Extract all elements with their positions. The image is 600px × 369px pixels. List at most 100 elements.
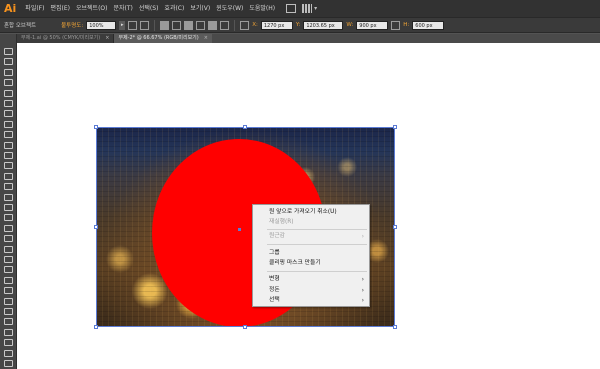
lasso-tool-icon [4, 79, 13, 87]
h-field[interactable]: 600 px [412, 20, 445, 30]
eyedropper-tool-icon[interactable] [4, 256, 13, 263]
free-transform-tool-icon[interactable] [4, 204, 13, 211]
free-transform-tool-icon [4, 204, 13, 211]
y-field[interactable]: 1203.65 px [303, 20, 344, 30]
menu-help[interactable]: 도움말(H) [246, 0, 278, 17]
draw-mode-icon[interactable] [4, 349, 13, 357]
recolor-icon[interactable] [128, 20, 138, 30]
shape-builder-tool-icon[interactable] [4, 214, 13, 222]
magic-wand-tool-icon[interactable] [4, 68, 13, 76]
close-icon[interactable]: × [204, 34, 208, 43]
blob-brush-tool-icon[interactable] [4, 152, 13, 159]
menu-item-group[interactable]: 그룹 [253, 249, 369, 258]
screen-mode-icon[interactable] [4, 360, 13, 367]
chevron-right-icon: › [361, 297, 364, 304]
lasso-tool-icon[interactable] [4, 79, 13, 87]
brush-tool-icon[interactable] [4, 131, 13, 139]
menu-separator [267, 244, 367, 245]
gradient-tool-icon[interactable] [4, 245, 13, 253]
resize-handle-bottom-right[interactable] [393, 325, 397, 329]
resize-handle-left[interactable] [94, 225, 98, 229]
menu-item-make-clipping-mask[interactable]: 클리핑 마스크 만들기 [253, 259, 369, 268]
graph-tool-icon[interactable] [4, 287, 13, 295]
width-tool-icon[interactable] [4, 193, 13, 201]
rotate-tool-icon[interactable] [4, 172, 13, 180]
artboard-tool-icon[interactable] [4, 297, 13, 305]
zoom-tool-icon[interactable] [4, 328, 13, 336]
slice-tool-icon [4, 308, 13, 315]
brush-tool-icon [4, 131, 13, 139]
menu-type[interactable]: 문자(T) [111, 0, 136, 17]
artboard-tool-icon [4, 297, 13, 305]
bridge-icon[interactable] [286, 4, 297, 13]
menu-item-arrange[interactable]: 정돈 › [253, 286, 369, 295]
direct-selection-tool-icon [4, 58, 13, 66]
line-tool-icon[interactable] [4, 110, 13, 118]
fill-stroke-icon [4, 339, 13, 347]
scale-tool-icon[interactable] [4, 183, 13, 191]
style-icon[interactable] [140, 20, 150, 30]
menu-separator [267, 271, 367, 272]
menu-effect[interactable]: 효과(C) [161, 0, 187, 17]
symbol-sprayer-tool-icon [4, 276, 13, 284]
tab-document-2[interactable]: 무제-2* @ 66.67% (RGB/미리보기) × [114, 34, 212, 43]
resize-handle-bottom[interactable] [243, 325, 247, 329]
menu-item-undo-bring-forward[interactable]: 원 앞으로 가져오기 취소(U) [253, 208, 369, 217]
link-icon[interactable] [391, 20, 401, 30]
selection-tool-icon[interactable] [4, 48, 13, 55]
center-point [238, 228, 241, 231]
menu-view[interactable]: 보기(V) [187, 0, 213, 17]
pen-tool-icon [4, 89, 13, 97]
control-bar: 혼합 오브젝트 불투명도: 100% ▸ X: 1270 px Y: 1203.… [0, 17, 600, 33]
menu-file[interactable]: 파일(F) [22, 0, 47, 17]
menu-select[interactable]: 선택(S) [136, 0, 162, 17]
menu-edit[interactable]: 편집(E) [47, 0, 73, 17]
context-menu: 원 앞으로 가져오기 취소(U) 재실행(R) 원근감 › 그룹 클리핑 마스크… [252, 204, 370, 307]
x-field[interactable]: 1270 px [260, 20, 293, 30]
hand-tool-icon [4, 318, 13, 326]
blend-tool-icon [4, 266, 13, 274]
reference-point-icon[interactable] [240, 20, 250, 30]
tools-panel [0, 34, 17, 369]
menu-item-select[interactable]: 선택 › [253, 296, 369, 305]
menu-bar: Ai 파일(F) 편집(E) 오브젝트(O) 문자(T) 선택(S) 효과(C)… [0, 0, 600, 17]
align-bottom-icon[interactable] [220, 20, 230, 30]
blend-tool-icon[interactable] [4, 266, 13, 274]
chevron-right-icon: › [361, 276, 364, 283]
symbol-sprayer-tool-icon[interactable] [4, 276, 13, 284]
arrange-documents-icon[interactable] [302, 4, 313, 13]
align-center-icon[interactable] [172, 20, 182, 30]
chevron-right-icon: › [361, 287, 364, 294]
tab-document-1[interactable]: 무제-1.ai @ 50% (CMYK/미리보기) × [17, 34, 115, 43]
perspective-grid-tool-icon[interactable] [4, 224, 13, 232]
opacity-label[interactable]: 불투명도: [61, 21, 83, 29]
resize-handle-bottom-left[interactable] [94, 325, 98, 329]
w-field[interactable]: 900 px [356, 20, 389, 30]
mesh-tool-icon[interactable] [4, 235, 13, 243]
eraser-tool-icon[interactable] [4, 162, 13, 170]
ellipse-tool-icon[interactable] [4, 120, 13, 128]
menu-window[interactable]: 윈도우(W) [213, 0, 246, 17]
pencil-tool-icon[interactable] [4, 141, 13, 149]
type-tool-icon[interactable] [4, 100, 13, 107]
chevron-down-icon[interactable]: ▾ [314, 5, 317, 12]
hand-tool-icon[interactable] [4, 318, 13, 326]
align-left-icon[interactable] [160, 20, 170, 30]
resize-handle-right[interactable] [393, 225, 397, 229]
menu-item-label: 그룹 [269, 250, 280, 256]
pen-tool-icon[interactable] [4, 89, 13, 97]
direct-selection-tool-icon[interactable] [4, 58, 13, 66]
resize-handle-top-right[interactable] [393, 125, 397, 129]
close-icon[interactable]: × [105, 34, 109, 43]
align-top-icon[interactable] [196, 20, 206, 30]
resize-handle-top[interactable] [243, 125, 247, 129]
opacity-dropdown-icon[interactable]: ▸ [119, 20, 126, 30]
opacity-field[interactable]: 100% [86, 20, 117, 30]
menu-item-transform[interactable]: 변형 › [253, 275, 369, 284]
align-right-icon[interactable] [184, 20, 194, 30]
fill-stroke-icon[interactable] [4, 339, 13, 347]
resize-handle-top-left[interactable] [94, 125, 98, 129]
slice-tool-icon[interactable] [4, 308, 13, 315]
menu-object[interactable]: 오브젝트(O) [73, 0, 111, 17]
align-middle-icon[interactable] [208, 20, 218, 30]
